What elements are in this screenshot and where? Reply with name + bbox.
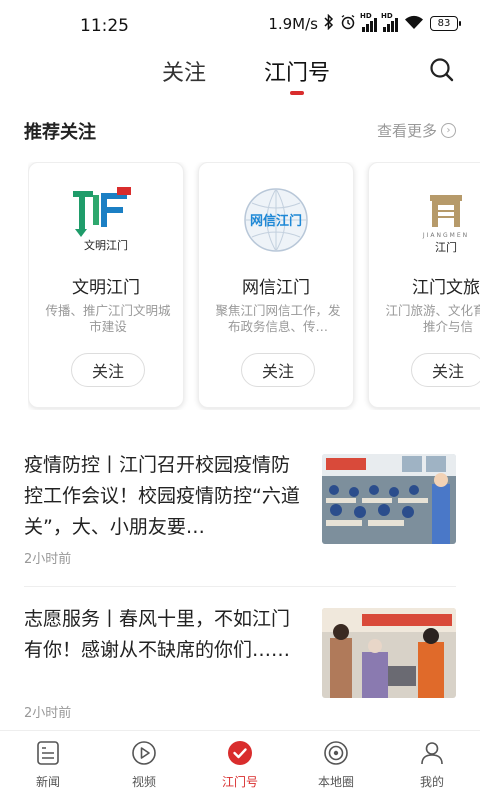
nav-video[interactable]: 视频	[96, 731, 192, 800]
network-speed: 1.9M/s	[268, 14, 318, 33]
nav-label: 新闻	[35, 775, 60, 789]
card-name: 江门文旅	[412, 278, 480, 298]
card-name: 网信江门	[242, 278, 310, 298]
recommend-card-wenlv[interactable]: JIANGMEN 江门 江门文旅 江门旅游、文化育宣传推介与信 关注	[368, 162, 480, 408]
divider	[24, 586, 456, 587]
bottom-navigation: 新闻 视频 江门号 本地圈 我的	[0, 730, 480, 800]
news-time: 2小时前	[24, 552, 72, 567]
profile-icon	[418, 739, 446, 767]
news-title[interactable]: 疫情防控丨江门召开校园疫情防控工作会议！校园疫情防控“六道关”，大、小朋友要…	[24, 450, 300, 543]
signal-icon-2: HD	[381, 12, 398, 32]
nav-profile[interactable]: 我的	[384, 731, 480, 800]
follow-button[interactable]: 关注	[71, 353, 145, 387]
nav-label: 我的	[419, 775, 444, 789]
svg-text:江门: 江门	[435, 240, 457, 254]
top-navigation: 关注 江门号	[0, 46, 480, 100]
nav-label: 本地圈	[317, 775, 354, 789]
status-bar: 11:25 1.9M/s HD HD 83	[0, 0, 480, 46]
nav-label: 江门号	[221, 775, 258, 789]
view-more-label: 查看更多	[376, 122, 437, 140]
wangxin-jiangmen-logo: 网信江门	[199, 185, 353, 255]
local-circle-icon	[322, 739, 350, 767]
news-time: 2小时前	[24, 706, 72, 721]
nav-news[interactable]: 新闻	[0, 731, 96, 800]
svg-text:JIANGMEN: JIANGMEN	[422, 232, 469, 239]
alarm-icon	[340, 14, 356, 33]
video-icon	[130, 739, 158, 767]
news-icon	[34, 739, 62, 767]
jiangmen-wenlv-logo: JIANGMEN 江门	[369, 185, 480, 255]
recommend-carousel[interactable]: 文明江门 文明江门 传播、推广江门文明城市建设 关注 网信江门 网信江门 聚焦江…	[28, 162, 480, 410]
chevron-right-icon: ›	[441, 123, 456, 138]
nav-local-circle[interactable]: 本地圈	[288, 731, 384, 800]
nav-label: 视频	[131, 775, 156, 789]
card-name: 文明江门	[72, 278, 140, 298]
card-description: 传播、推广江门文明城市建设	[45, 303, 171, 334]
status-icons: 1.9M/s HD HD 83	[268, 12, 461, 33]
search-icon[interactable]	[428, 56, 456, 84]
volunteer-photo-icon[interactable]	[322, 608, 456, 698]
active-tab-indicator	[290, 91, 304, 95]
svg-text:网信江门: 网信江门	[250, 213, 302, 229]
tab-jiangmenhao[interactable]: 江门号	[264, 55, 330, 87]
signal-icon: HD	[360, 12, 377, 32]
jiangmenhao-icon	[226, 739, 254, 767]
card-description: 江门旅游、文化育宣传推介与信	[385, 303, 480, 334]
nav-jiangmenhao[interactable]: 江门号	[192, 731, 288, 800]
follow-button[interactable]: 关注	[241, 353, 315, 387]
follow-button[interactable]: 关注	[411, 353, 480, 387]
recommend-card-wangxin[interactable]: 网信江门 网信江门 聚焦江门网信工作，发布政务信息、传… 关注	[198, 162, 354, 408]
wenming-jiangmen-logo: 文明江门	[29, 185, 183, 255]
view-more-link[interactable]: 查看更多 ›	[377, 120, 456, 141]
wifi-icon	[404, 15, 424, 33]
recommend-card-wenming[interactable]: 文明江门 文明江门 传播、推广江门文明城市建设 关注	[28, 162, 184, 408]
tab-follow[interactable]: 关注	[162, 55, 206, 87]
bluetooth-icon	[324, 13, 334, 33]
recommend-title: 推荐关注	[24, 122, 96, 143]
classroom-photo-icon[interactable]	[322, 454, 456, 544]
svg-text:文明江门: 文明江门	[84, 238, 128, 252]
card-description: 聚焦江门网信工作，发布政务信息、传…	[215, 303, 341, 334]
news-title[interactable]: 志愿服务丨春风十里，不如江门有你！感谢从不缺席的你们……	[24, 604, 300, 666]
status-time: 11:25	[80, 16, 129, 36]
battery-indicator: 83	[430, 16, 461, 31]
